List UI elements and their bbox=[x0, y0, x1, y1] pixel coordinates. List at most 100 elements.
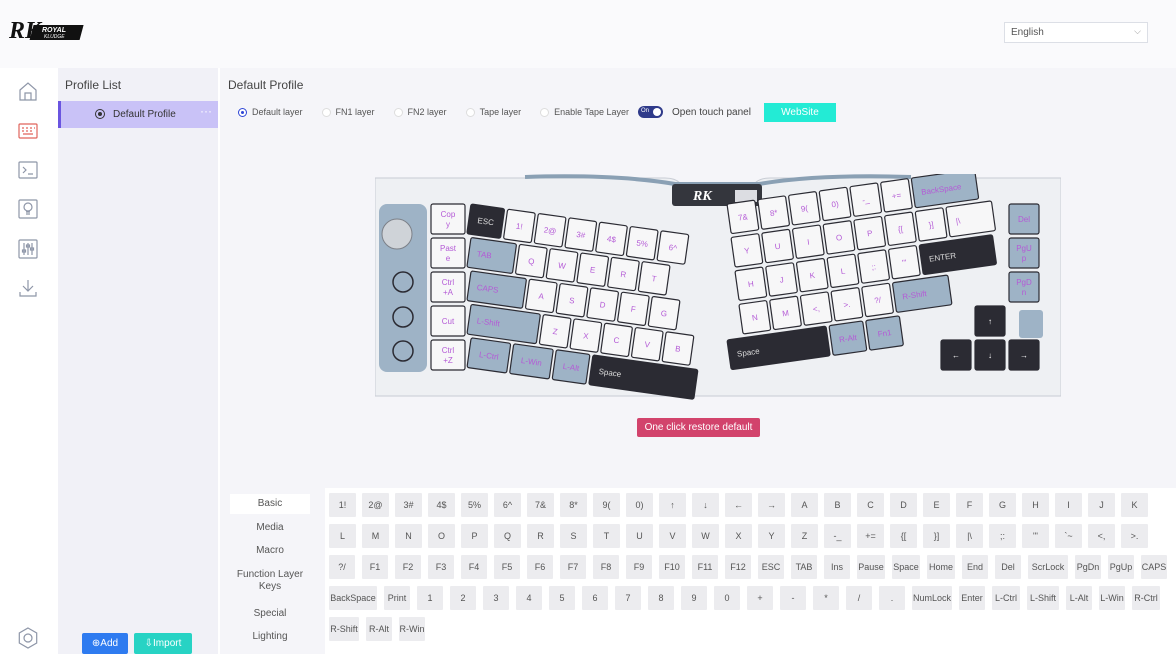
touch-panel-toggle[interactable]: On bbox=[638, 106, 663, 118]
palette-key[interactable]: L bbox=[329, 524, 356, 548]
palette-key[interactable]: 8 bbox=[648, 586, 674, 610]
palette-key[interactable]: N bbox=[395, 524, 422, 548]
keyboard-key[interactable]: ?/ bbox=[861, 282, 894, 318]
key-cap[interactable] bbox=[430, 203, 466, 235]
keyboard-key[interactable]: J bbox=[765, 262, 798, 297]
palette-key[interactable]: * bbox=[813, 586, 839, 610]
key-cap[interactable] bbox=[430, 237, 466, 269]
palette-key[interactable]: ?/ bbox=[329, 555, 355, 579]
home-icon[interactable] bbox=[17, 80, 39, 102]
palette-key[interactable]: 0 bbox=[714, 586, 740, 610]
palette-key[interactable]: → bbox=[758, 493, 785, 517]
palette-key[interactable]: ↓ bbox=[692, 493, 719, 517]
profile-radio[interactable] bbox=[95, 109, 105, 119]
volume-knob[interactable] bbox=[381, 218, 413, 250]
keyboard-key[interactable]: N bbox=[738, 300, 772, 335]
terminal-icon[interactable] bbox=[17, 159, 39, 181]
keyboard-key[interactable]: Del bbox=[1008, 203, 1040, 235]
palette-key[interactable]: V bbox=[659, 524, 686, 548]
keyboard-key[interactable]: 1! bbox=[503, 208, 536, 244]
palette-key[interactable]: L-Ctrl bbox=[992, 586, 1020, 610]
palette-key[interactable]: P bbox=[461, 524, 488, 548]
palette-key[interactable]: R-Win bbox=[399, 617, 425, 641]
layer-radio-fn1[interactable]: FN1 layer bbox=[321, 107, 375, 117]
palette-key[interactable]: Pause bbox=[857, 555, 885, 579]
keyboard-key[interactable]: W bbox=[545, 248, 579, 283]
key-cap[interactable] bbox=[466, 237, 517, 274]
palette-key[interactable]: ↑ bbox=[659, 493, 686, 517]
profile-item-default[interactable]: Default Profile ··· bbox=[58, 101, 218, 128]
palette-key[interactable]: 2@ bbox=[362, 493, 389, 517]
keyboard-key[interactable]: Fn1 bbox=[865, 315, 904, 351]
keyboard-key[interactable]: 8* bbox=[757, 195, 790, 230]
palette-key[interactable]: F11 bbox=[692, 555, 718, 579]
palette-key[interactable]: ESC bbox=[758, 555, 784, 579]
keyboard-key[interactable]: 7& bbox=[726, 199, 760, 235]
palette-key[interactable]: S bbox=[560, 524, 587, 548]
layer-radio-default[interactable]: Default layer bbox=[238, 107, 303, 117]
radio-dot[interactable] bbox=[238, 107, 247, 117]
keyboard-key[interactable]: Ctrl+A bbox=[430, 271, 466, 303]
palette-key[interactable]: O bbox=[428, 524, 455, 548]
key-cap[interactable] bbox=[430, 339, 466, 371]
keyboard-key[interactable]: L-Alt bbox=[551, 349, 591, 385]
palette-key[interactable]: F8 bbox=[593, 555, 619, 579]
category-basic[interactable]: Basic bbox=[230, 494, 310, 514]
radio-dot[interactable] bbox=[465, 107, 475, 117]
palette-key[interactable]: G bbox=[989, 493, 1016, 517]
palette-key[interactable]: L-Win bbox=[1099, 586, 1125, 610]
palette-key[interactable]: 3 bbox=[483, 586, 509, 610]
download-icon[interactable] bbox=[17, 277, 39, 299]
palette-key[interactable]: J bbox=[1088, 493, 1115, 517]
palette-key[interactable]: F5 bbox=[494, 555, 520, 579]
keyboard-key[interactable]: R-Alt bbox=[828, 320, 868, 356]
palette-key[interactable]: End bbox=[962, 555, 988, 579]
palette-key[interactable]: A bbox=[791, 493, 818, 517]
palette-key[interactable]: TAB bbox=[791, 555, 817, 579]
palette-key[interactable]: 7& bbox=[527, 493, 554, 517]
keyboard-key[interactable]: }] bbox=[914, 207, 948, 242]
keyboard-key[interactable]: ESC bbox=[466, 203, 506, 239]
palette-key[interactable]: 4$ bbox=[428, 493, 455, 517]
palette-key[interactable]: 2 bbox=[450, 586, 476, 610]
palette-key[interactable]: M bbox=[362, 524, 389, 548]
palette-key[interactable]: 4 bbox=[516, 586, 542, 610]
keyboard-key[interactable]: A bbox=[524, 278, 558, 314]
radio-dot[interactable] bbox=[321, 107, 331, 117]
palette-key[interactable]: F10 bbox=[659, 555, 685, 579]
palette-key[interactable]: }] bbox=[923, 524, 950, 548]
palette-key[interactable]: F7 bbox=[560, 555, 586, 579]
palette-key[interactable]: Print bbox=[384, 586, 410, 610]
palette-key[interactable]: C bbox=[857, 493, 884, 517]
keyboard-key[interactable]: U bbox=[761, 228, 794, 264]
palette-key[interactable]: >. bbox=[1121, 524, 1148, 548]
keyboard-key[interactable]: L-Ctrl bbox=[466, 337, 512, 374]
palette-key[interactable]: R-Ctrl bbox=[1132, 586, 1160, 610]
key-cap[interactable] bbox=[1008, 271, 1040, 303]
keyboard-key[interactable]: → bbox=[1008, 339, 1040, 371]
keyboard-key[interactable]: ↓ bbox=[974, 339, 1006, 371]
keyboard-key[interactable]: TAB bbox=[466, 237, 517, 274]
keyboard-key[interactable]: M bbox=[769, 295, 802, 331]
palette-key[interactable]: PgUp bbox=[1108, 555, 1134, 579]
keyboard-key[interactable]: 0) bbox=[818, 186, 852, 222]
palette-key[interactable]: K bbox=[1121, 493, 1148, 517]
palette-key[interactable]: ScrLock bbox=[1028, 555, 1068, 579]
keyboard-key[interactable]: >. bbox=[830, 287, 864, 322]
palette-key[interactable]: `~ bbox=[1055, 524, 1082, 548]
palette-key[interactable]: ;: bbox=[989, 524, 1016, 548]
keyboard-key[interactable]: V bbox=[630, 327, 664, 362]
keyboard-key[interactable]: I bbox=[792, 224, 825, 259]
lightbulb-icon[interactable] bbox=[17, 198, 39, 220]
layer-radio-fn2[interactable]: FN2 layer bbox=[393, 107, 447, 117]
keyboard-key[interactable]: Cut bbox=[430, 305, 466, 337]
palette-key[interactable]: 8* bbox=[560, 493, 587, 517]
palette-key[interactable]: 5 bbox=[549, 586, 575, 610]
palette-key[interactable]: T bbox=[593, 524, 620, 548]
palette-key[interactable]: R-Shift bbox=[329, 617, 359, 641]
palette-key[interactable]: 5% bbox=[461, 493, 488, 517]
palette-key[interactable]: ← bbox=[725, 493, 752, 517]
keyboard-key[interactable]: 9( bbox=[788, 191, 821, 226]
keyboard-key[interactable]: H bbox=[734, 266, 768, 301]
palette-key[interactable]: Space bbox=[892, 555, 920, 579]
